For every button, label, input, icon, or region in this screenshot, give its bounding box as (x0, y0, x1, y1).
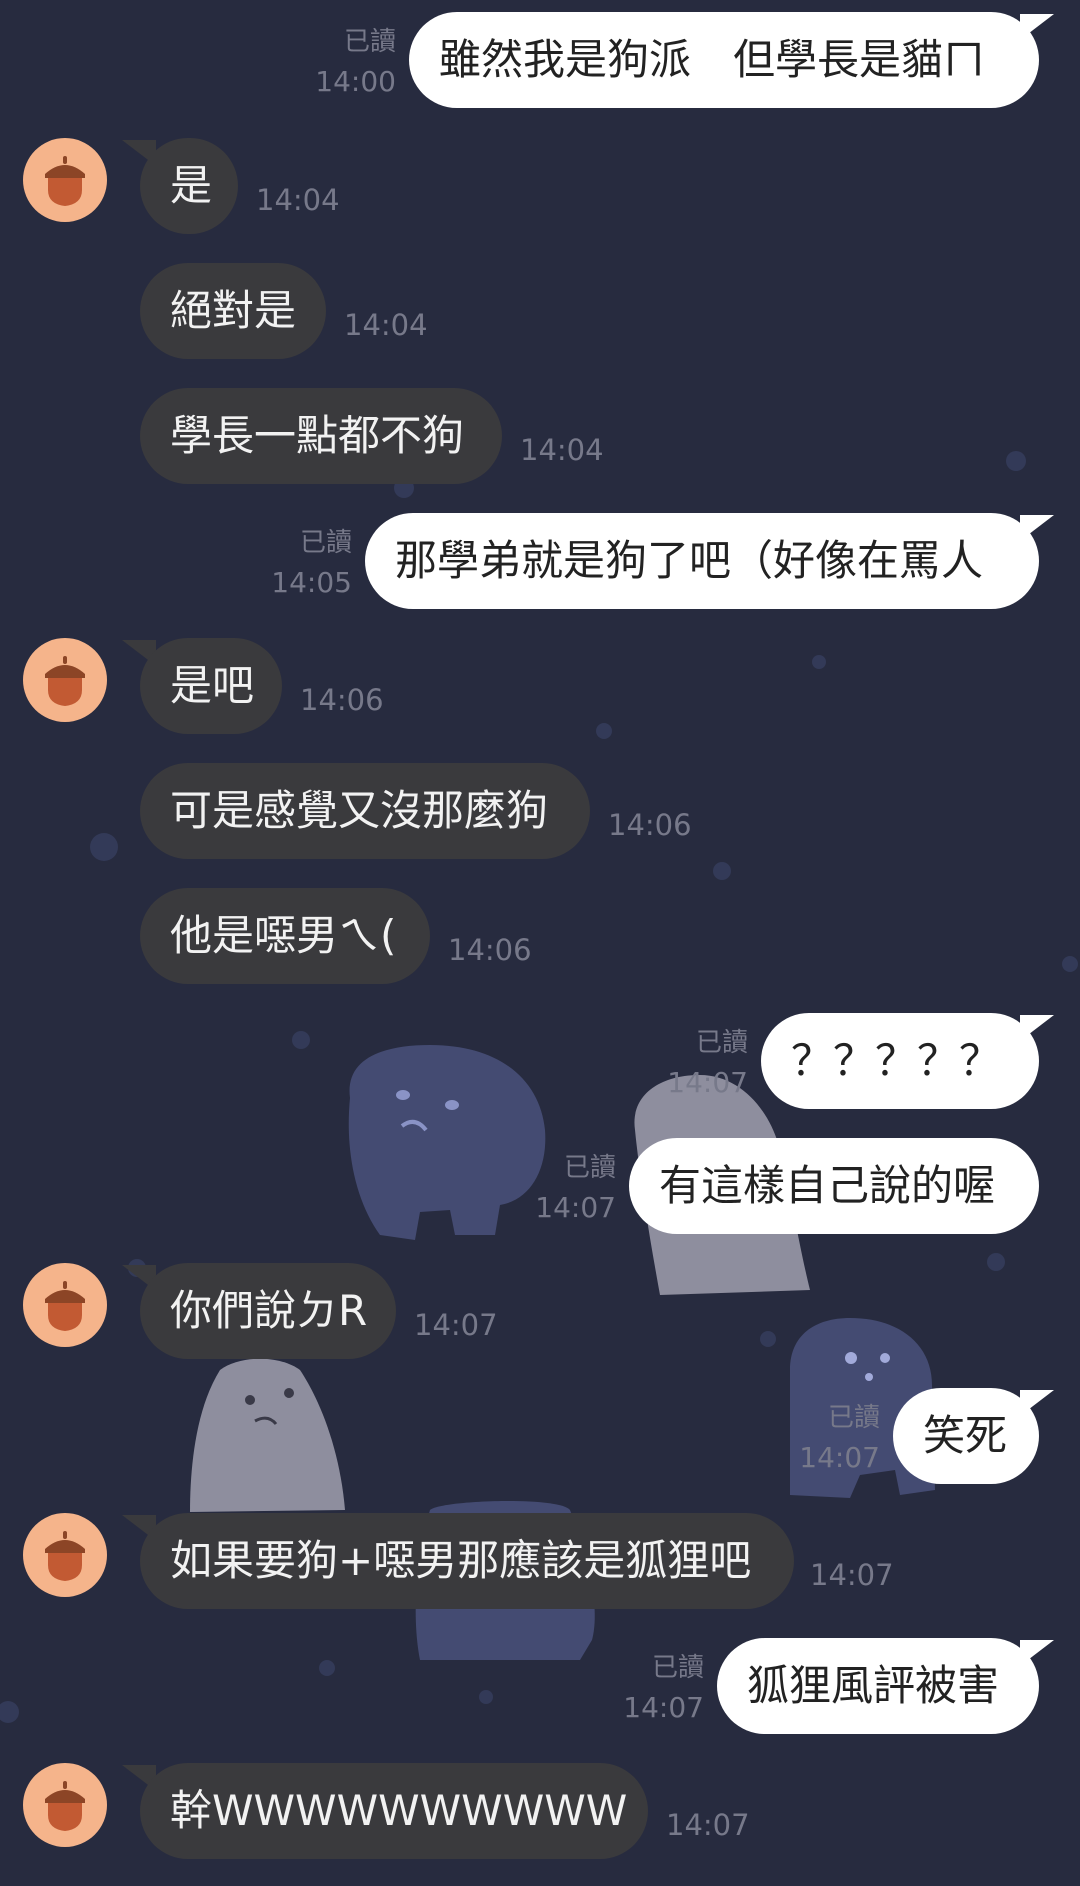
message-meta: 已讀 14:05 (271, 523, 352, 603)
message-time: 14:07 (623, 1691, 704, 1724)
message-bubble[interactable]: 你們說ㄉR (140, 1263, 396, 1359)
bubble-tail (1020, 14, 1054, 40)
message-incoming: 他是噁男ㄟ( 14:06 (0, 888, 1080, 1008)
message-time: 14:00 (315, 65, 396, 98)
acorn-icon (45, 1531, 85, 1581)
message-time: 14:07 (799, 1441, 880, 1474)
message-time: 14:07 (666, 1808, 750, 1842)
message-time: 14:07 (667, 1066, 748, 1099)
message-bubble[interactable]: 幹WWWWWWWWWW (140, 1763, 648, 1859)
message-outgoing: 已讀 14:07 ？？？？？ (0, 1013, 1080, 1133)
message-bubble[interactable]: 笑死 (893, 1388, 1039, 1484)
message-bubble[interactable]: 如果要狗+噁男那應該是狐狸吧 (140, 1513, 794, 1609)
message-time: 14:07 (414, 1308, 498, 1342)
message-outgoing: 已讀 14:07 狐狸風評被害 (0, 1638, 1080, 1758)
message-meta: 已讀 14:07 (799, 1398, 880, 1478)
message-outgoing: 已讀 14:05 那學弟就是狗了吧（好像在罵人 (0, 513, 1080, 633)
acorn-icon (45, 1781, 85, 1831)
message-bubble[interactable]: 那學弟就是狗了吧（好像在罵人 (365, 513, 1039, 609)
avatar[interactable] (23, 1263, 107, 1347)
message-time: 14:06 (608, 808, 692, 842)
message-time: 14:04 (256, 183, 340, 217)
read-receipt: 已讀 (563, 1153, 616, 1183)
message-bubble[interactable]: 有這樣自己說的喔 (629, 1138, 1039, 1234)
message-time: 14:06 (300, 683, 384, 717)
message-bubble[interactable]: 他是噁男ㄟ( (140, 888, 430, 984)
read-receipt: 已讀 (299, 528, 352, 558)
message-bubble[interactable]: 雖然我是狗派 但學長是貓ㄇ (409, 12, 1039, 108)
bubble-tail (1020, 1015, 1054, 1041)
read-receipt: 已讀 (343, 27, 396, 57)
message-meta: 已讀 14:07 (623, 1648, 704, 1728)
message-outgoing: 已讀 14:07 有這樣自己說的喔 (0, 1138, 1080, 1258)
message-incoming: 絕對是 14:04 (0, 263, 1080, 383)
avatar[interactable] (23, 138, 107, 222)
message-bubble[interactable]: 學長一點都不狗 (140, 388, 502, 484)
bubble-tail (1020, 1640, 1054, 1666)
message-time: 14:07 (810, 1558, 894, 1592)
acorn-icon (45, 1281, 85, 1331)
message-meta: 已讀 14:00 (315, 22, 396, 102)
avatar[interactable] (23, 638, 107, 722)
read-receipt: 已讀 (827, 1403, 880, 1433)
acorn-icon (45, 656, 85, 706)
acorn-icon (45, 156, 85, 206)
message-incoming: 你們說ㄉR 14:07 (0, 1263, 1080, 1383)
bubble-tail (1020, 1390, 1054, 1416)
message-time: 14:06 (448, 933, 532, 967)
read-receipt: 已讀 (695, 1028, 748, 1058)
message-outgoing: 已讀 14:00 雖然我是狗派 但學長是貓ㄇ (0, 12, 1080, 132)
bubble-tail (1020, 515, 1054, 541)
message-incoming: 學長一點都不狗 14:04 (0, 388, 1080, 508)
message-time: 14:04 (520, 433, 604, 467)
message-incoming: 如果要狗+噁男那應該是狐狸吧 14:07 (0, 1513, 1080, 1633)
message-incoming: 是吧 14:06 (0, 638, 1080, 758)
message-bubble[interactable]: ？？？？？ (761, 1013, 1039, 1109)
message-bubble[interactable]: 狐狸風評被害 (717, 1638, 1039, 1734)
message-incoming: 幹WWWWWWWWWW 14:07 (0, 1763, 1080, 1883)
message-bubble[interactable]: 是吧 (140, 638, 282, 734)
message-time: 14:04 (344, 308, 428, 342)
avatar[interactable] (23, 1763, 107, 1847)
message-time: 14:05 (271, 566, 352, 599)
avatar[interactable] (23, 1513, 107, 1597)
message-incoming: 是 14:04 (0, 138, 1080, 258)
message-bubble[interactable]: 絕對是 (140, 263, 326, 359)
message-incoming: 可是感覺又沒那麼狗 14:06 (0, 763, 1080, 883)
message-bubble[interactable]: 是 (140, 138, 238, 234)
read-receipt: 已讀 (651, 1653, 704, 1683)
chat-area[interactable]: 已讀 14:00 雖然我是狗派 但學長是貓ㄇ 是 14:04 絕對是 14:04… (0, 0, 1080, 1886)
message-time: 14:07 (535, 1191, 616, 1224)
message-meta: 已讀 14:07 (535, 1148, 616, 1228)
message-outgoing: 已讀 14:07 笑死 (0, 1388, 1080, 1508)
message-meta: 已讀 14:07 (667, 1023, 748, 1103)
message-bubble[interactable]: 可是感覺又沒那麼狗 (140, 763, 590, 859)
